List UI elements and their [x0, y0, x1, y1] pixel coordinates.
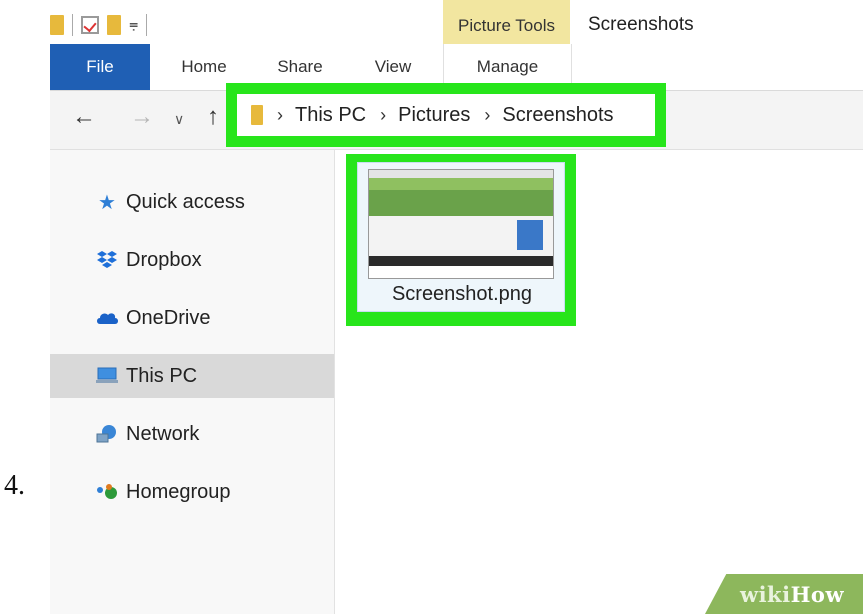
address-bar[interactable]: › This PC › Pictures › Screenshots [226, 83, 666, 147]
sidebar-item-dropbox[interactable]: Dropbox [50, 238, 334, 282]
chevron-right-icon[interactable]: › [277, 105, 283, 126]
sidebar-item-network[interactable]: Network [50, 412, 334, 456]
wikihow-watermark: wikiHow [740, 582, 845, 607]
step-number: 4. [4, 470, 25, 501]
toolbar-divider [72, 14, 73, 36]
chevron-right-icon[interactable]: › [484, 105, 490, 126]
computer-icon [94, 365, 120, 387]
navigation-bar: ← → ∨ ↑ › This PC › Pictures › Screensho… [50, 83, 863, 150]
picture-tools-label: Picture Tools [443, 0, 570, 44]
up-arrow-icon[interactable]: ↑ [207, 103, 219, 131]
window-title: Screenshots [588, 14, 694, 35]
properties-icon[interactable] [81, 16, 99, 34]
star-icon: ★ [98, 191, 116, 214]
toolbar-divider [146, 14, 148, 36]
sidebar-item-label: Network [126, 422, 200, 445]
recent-locations-chevron-icon[interactable]: ∨ [174, 111, 184, 128]
file-name: Screenshot.png [391, 283, 533, 305]
sidebar-item-label: This PC [126, 364, 198, 387]
file-list: Screenshot.png [335, 150, 863, 614]
sidebar-item-label: Homegroup [126, 480, 231, 503]
quick-access-toolbar: ⩦ [50, 10, 148, 40]
breadcrumb-pictures[interactable]: Pictures [398, 104, 470, 127]
forward-arrow-icon[interactable]: → [130, 103, 154, 131]
sidebar-item-onedrive[interactable]: OneDrive [50, 296, 334, 340]
navigation-pane: ★ Quick access Dropbox OneDrive This PC [50, 150, 335, 614]
dropbox-icon [94, 249, 120, 271]
folder-icon[interactable] [50, 15, 64, 35]
customize-toolbar-icon[interactable]: ⩦ [129, 15, 138, 35]
sidebar-item-quick-access[interactable]: ★ Quick access [50, 180, 334, 224]
file-item[interactable]: Screenshot.png [357, 162, 565, 312]
cloud-icon [94, 307, 120, 329]
homegroup-icon [94, 481, 120, 503]
sidebar-item-label: Dropbox [126, 248, 202, 271]
new-folder-icon[interactable] [107, 15, 121, 35]
sidebar-item-this-pc[interactable]: This PC [50, 354, 334, 398]
image-thumbnail [368, 169, 554, 279]
network-icon [94, 423, 120, 445]
file-explorer-window: ⩦ Picture Tools Screenshots File Home Sh… [50, 0, 863, 614]
breadcrumb-this-pc[interactable]: This PC [295, 104, 366, 127]
sidebar-item-label: Quick access [126, 190, 245, 213]
back-arrow-icon[interactable]: ← [72, 103, 96, 131]
sidebar-item-homegroup[interactable]: Homegroup [50, 470, 334, 514]
tab-file[interactable]: File [50, 44, 150, 90]
breadcrumb-screenshots[interactable]: Screenshots [502, 104, 613, 127]
sidebar-item-label: OneDrive [126, 306, 211, 329]
folder-icon [251, 105, 263, 125]
chevron-right-icon[interactable]: › [380, 105, 386, 126]
